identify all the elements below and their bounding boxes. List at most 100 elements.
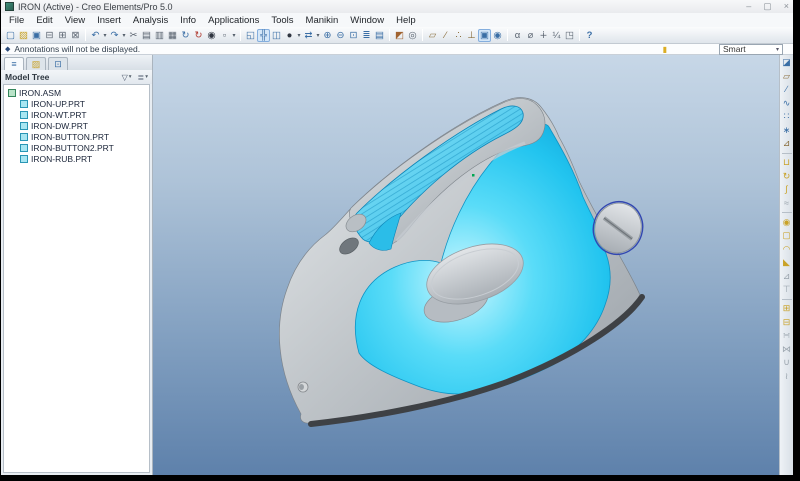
save-icon[interactable]: ▣	[30, 29, 43, 42]
menu-insert[interactable]: Insert	[91, 15, 127, 26]
tree-node-part[interactable]: IRON-RUB.PRT	[4, 153, 149, 164]
select-box-icon[interactable]: ▫	[218, 29, 231, 42]
tree-node-assembly[interactable]: IRON.ASM	[4, 87, 149, 98]
round-tool-icon[interactable]: ◠	[781, 244, 793, 255]
open-icon[interactable]: ▨	[17, 29, 30, 42]
minimize-button[interactable]: –	[746, 1, 751, 12]
menu-manikin[interactable]: Manikin	[300, 15, 345, 26]
menu-edit[interactable]: Edit	[30, 15, 58, 26]
save-copy-icon[interactable]: ⊞	[56, 29, 69, 42]
part-icon	[20, 155, 28, 163]
application-window: IRON (Active) - Creo Elements/Pro 5.0 – …	[1, 0, 793, 475]
datum-csys-icon[interactable]: ⊥	[465, 29, 478, 42]
tree-node-part[interactable]: IRON-BUTTON.PRT	[4, 131, 149, 142]
revolve-tool-icon[interactable]: ↻	[781, 171, 793, 182]
graphics-viewport[interactable]	[153, 55, 779, 475]
zoom-in-icon[interactable]: ⊕	[321, 29, 334, 42]
toolbar-separator	[389, 29, 390, 41]
line-tool-icon[interactable]: ∕	[781, 84, 793, 95]
appearance-gallery-icon[interactable]: ◩	[393, 29, 406, 42]
menu-view[interactable]: View	[59, 15, 91, 26]
title-bar[interactable]: IRON (Active) - Creo Elements/Pro 5.0 – …	[1, 0, 793, 13]
assemble-tool-icon[interactable]: ⊞	[781, 303, 793, 314]
surface-finish-icon[interactable]: ⌀	[524, 29, 537, 42]
favorites-tab[interactable]: ⊡	[48, 57, 68, 70]
close-button[interactable]: ×	[784, 1, 789, 12]
select-dropdown-caret[interactable]: ▾	[231, 32, 237, 39]
context-help-icon[interactable]: ?	[583, 29, 596, 42]
datum-axes-icon[interactable]: ∕	[439, 29, 452, 42]
spin-center-icon[interactable]: ╬	[257, 29, 270, 42]
print-icon[interactable]: ⊟	[43, 29, 56, 42]
extrude-tool-icon[interactable]: ⊔	[781, 157, 793, 168]
tree-settings-button[interactable]: ▽ ▾	[122, 73, 132, 82]
tree-node-part[interactable]: IRON-BUTTON2.PRT	[4, 142, 149, 153]
chamfer-tool-icon[interactable]: ◣	[781, 257, 793, 268]
display-style-icon[interactable]: ◫	[270, 29, 283, 42]
annotation-display-icon[interactable]: ▣	[478, 29, 491, 42]
menu-tools[interactable]: Tools	[265, 15, 299, 26]
paste-icon[interactable]: ▥	[153, 29, 166, 42]
csys-tool-icon[interactable]: ⊿	[781, 138, 793, 149]
selection-filter-dropdown[interactable]: Smart ▾	[719, 44, 783, 55]
model-tree-tab[interactable]: ≡	[4, 57, 24, 70]
axis-tool-icon[interactable]: ∗	[781, 125, 793, 136]
mirror-tool-icon[interactable]: ⋈	[781, 344, 793, 355]
symbol-icon[interactable]: ¼	[550, 29, 563, 42]
flexibility-tool-icon[interactable]: ≀	[781, 371, 793, 382]
datum-plane-tool-icon[interactable]: ▱	[781, 71, 793, 82]
redraw-icon[interactable]: ◱	[244, 29, 257, 42]
folder-browser-tab[interactable]: ▨	[26, 57, 46, 70]
layers-icon[interactable]: ≣	[360, 29, 373, 42]
pattern-tool-icon[interactable]: ∺	[781, 330, 793, 341]
regen-manager-icon[interactable]: ↻	[192, 29, 205, 42]
draft-tool-icon[interactable]: ⊿	[781, 271, 793, 282]
rib-tool-icon[interactable]: ⊤	[781, 284, 793, 295]
menu-applications[interactable]: Applications	[202, 15, 265, 26]
erase-icon[interactable]: ⊠	[69, 29, 82, 42]
sweep-tool-icon[interactable]: ∫	[781, 184, 793, 195]
tree-node-part[interactable]: IRON-WT.PRT	[4, 109, 149, 120]
hole-tool-icon[interactable]: ◉	[781, 217, 793, 228]
blend-tool-icon[interactable]: ≈	[781, 198, 793, 209]
main-toolbar: ▢ ▨ ▣ ⊟ ⊞ ⊠ ↶ ▾ ↷ ▾ ✂ ▤ ▥ ▦ ↻ ↻ ◉ ▫ ▾ ◱ …	[1, 27, 793, 44]
menu-analysis[interactable]: Analysis	[127, 15, 174, 26]
menu-help[interactable]: Help	[390, 15, 422, 26]
copy-icon[interactable]: ▤	[140, 29, 153, 42]
undo-icon[interactable]: ↶	[89, 29, 102, 42]
datum-planes-icon[interactable]: ▱	[426, 29, 439, 42]
menu-info[interactable]: Info	[174, 15, 202, 26]
cut-icon[interactable]: ✂	[127, 29, 140, 42]
point-tool-icon[interactable]: ∷	[781, 111, 793, 122]
create-component-tool-icon[interactable]: ⊟	[781, 317, 793, 328]
view-manager-icon[interactable]: ▤	[373, 29, 386, 42]
tree-node-part[interactable]: IRON-DW.PRT	[4, 120, 149, 131]
spin-center-display-icon[interactable]: ◉	[491, 29, 504, 42]
find-icon[interactable]: ◉	[205, 29, 218, 42]
zoom-out-icon[interactable]: ⊖	[334, 29, 347, 42]
menu-window[interactable]: Window	[344, 15, 390, 26]
tree-node-part[interactable]: IRON-UP.PRT	[4, 98, 149, 109]
datum-tag-icon[interactable]: ∔	[537, 29, 550, 42]
new-file-icon[interactable]: ▢	[4, 29, 17, 42]
regenerate-icon[interactable]: ↻	[179, 29, 192, 42]
tree-show-button[interactable]: ≣ ▾	[138, 73, 148, 82]
datum-points-icon[interactable]: ∴	[452, 29, 465, 42]
note-icon[interactable]: α	[511, 29, 524, 42]
shade-icon[interactable]: ●	[283, 29, 296, 42]
iron-3d-model[interactable]	[153, 55, 779, 475]
status-indicator-icon[interactable]: ▮	[663, 45, 667, 54]
paste-special-icon[interactable]: ▦	[166, 29, 179, 42]
assembly-icon	[8, 89, 16, 97]
spline-tool-icon[interactable]: ∿	[781, 98, 793, 109]
merge-tool-icon[interactable]: ∪	[781, 357, 793, 368]
menu-file[interactable]: File	[3, 15, 30, 26]
shell-tool-icon[interactable]: ▢	[781, 230, 793, 241]
refit-icon[interactable]: ⊡	[347, 29, 360, 42]
sketch-tool-icon[interactable]: ◪	[781, 57, 793, 68]
maximize-button[interactable]: ▢	[763, 1, 772, 12]
redo-icon[interactable]: ↷	[108, 29, 121, 42]
saved-views-icon[interactable]: ⇄	[302, 29, 315, 42]
render-icon[interactable]: ◎	[406, 29, 419, 42]
flag-icon[interactable]: ◳	[563, 29, 576, 42]
